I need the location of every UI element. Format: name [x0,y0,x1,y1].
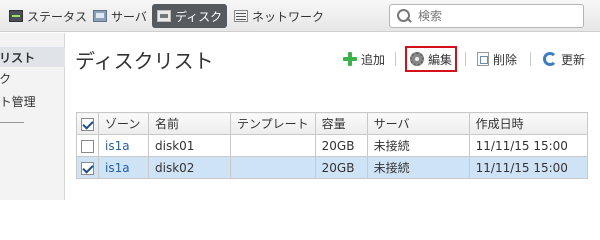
refresh-button[interactable]: 更新 [543,49,585,69]
sidebar-item-label: ディスク [0,71,12,86]
server-cell: 未接続 [366,156,470,179]
nav-server[interactable]: サーバ [88,4,152,28]
row-checkbox-cell [76,134,99,157]
column-header-template[interactable]: テンプレート [230,112,316,135]
sidebar-item-disk[interactable]: ディスク [0,68,65,88]
template-cell [230,156,316,179]
nav-network-label: ネットワーク [252,9,325,24]
network-icon [234,10,248,22]
row-checkbox[interactable] [81,139,94,153]
edit-button-highlight [405,46,457,72]
nav-network[interactable]: ネットワーク [229,4,329,28]
nav-status[interactable]: ステータス [4,4,92,28]
select-all-cell [76,112,99,135]
search-icon [396,8,412,24]
delete-button[interactable]: 削除 [477,49,517,69]
disk-table: ゾーン 名前 テンプレート 容量 サーバ 作成日時 is1a disk01 20… [76,112,589,179]
sidebar-item-template-management[interactable]: テンプレート管理 [0,91,65,111]
sidebar-divider [0,122,24,123]
name-cell: disk01 [148,134,231,157]
search-input[interactable] [418,9,578,23]
nav-disk-label: ディスク [175,9,223,24]
sidebar-item-label: テンプレート管理 [0,94,36,109]
search-box [389,4,584,28]
server-cell: 未接続 [366,134,470,157]
column-header-created[interactable]: 作成日時 [468,112,589,135]
zone-cell[interactable]: is1a [98,156,149,179]
sidebar: ディスクリスト ディスク テンプレート管理 [0,33,65,200]
template-cell [230,134,316,157]
plus-icon [343,52,357,66]
sidebar-item-label: ディスクリスト [0,50,36,65]
column-header-zone[interactable]: ゾーン [98,112,149,135]
row-checkbox[interactable] [81,161,94,175]
status-icon [9,10,23,22]
created-cell: 11/11/15 15:00 [468,134,589,157]
row-checkbox-cell [76,156,99,179]
toolbar-separator [395,52,396,66]
capacity-cell: 20GB [314,134,368,157]
sidebar-item-disk-list[interactable]: ディスクリスト [0,47,65,67]
zone-cell[interactable]: is1a [98,134,149,157]
column-header-capacity[interactable]: 容量 [314,112,368,135]
table-row[interactable]: is1a disk02 20GB 未接続 11/11/15 15:00 [76,156,589,179]
table-row[interactable]: is1a disk01 20GB 未接続 11/11/15 15:00 [76,134,589,157]
name-cell: disk02 [148,156,231,179]
delete-icon [477,52,489,66]
toolbar-separator [530,52,531,66]
server-icon [93,10,107,22]
toolbar-separator [465,52,466,66]
refresh-icon [543,52,557,66]
top-navigation-bar: ステータス サーバ ディスク ネットワーク [0,0,600,32]
table-header-row: ゾーン 名前 テンプレート 容量 サーバ 作成日時 [76,112,589,135]
nav-disk[interactable]: ディスク [152,4,228,28]
created-cell: 11/11/15 15:00 [468,156,589,179]
column-header-server[interactable]: サーバ [366,112,470,135]
column-header-name[interactable]: 名前 [148,112,231,135]
page-title: ディスクリスト [75,49,214,73]
add-button[interactable]: 追加 [343,49,385,69]
delete-button-label: 削除 [493,52,518,67]
nav-server-label: サーバ [111,9,147,24]
add-button-label: 追加 [361,52,386,67]
capacity-cell: 20GB [314,156,368,179]
nav-status-label: ステータス [27,9,88,24]
select-all-checkbox[interactable] [81,117,94,131]
disk-icon [157,10,171,22]
refresh-button-label: 更新 [561,52,586,67]
